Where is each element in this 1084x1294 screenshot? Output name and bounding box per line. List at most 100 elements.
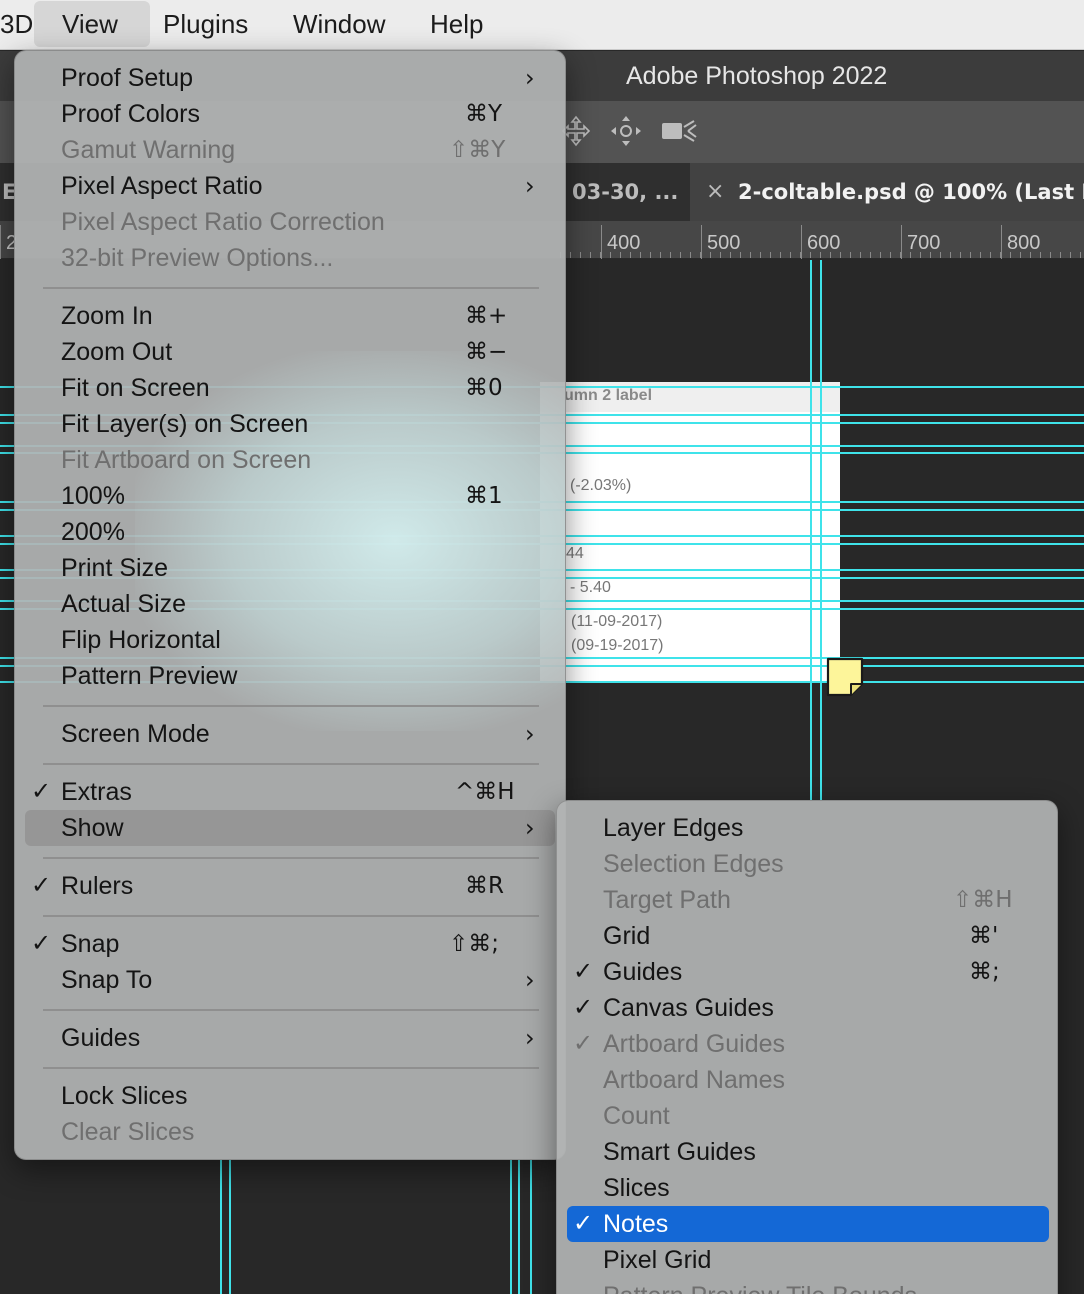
- menu-separator: [43, 915, 539, 917]
- menu-item-slices[interactable]: Slices: [567, 1170, 1049, 1206]
- menu-item-200-percent[interactable]: 200%: [25, 514, 555, 550]
- menu-item-selection-edges: Selection Edges: [603, 850, 784, 878]
- menu-item-layer-edges[interactable]: Layer Edges: [567, 810, 1049, 846]
- table-cell: - 5.40: [570, 579, 611, 596]
- menu-item-count: Count: [603, 1102, 670, 1130]
- menu-item-pixel-aspect-ratio[interactable]: Pixel Aspect Ratio ›: [25, 168, 555, 204]
- guide-line[interactable]: [518, 1160, 520, 1294]
- menu-item-fit-layers-on-screen[interactable]: Fit Layer(s) on Screen: [25, 406, 555, 442]
- menu-item-flip-horizontal[interactable]: Flip Horizontal: [25, 622, 555, 658]
- menubar-window[interactable]: Window: [279, 0, 399, 48]
- checkmark-icon: ✓: [31, 872, 52, 899]
- menu-item-32bit-preview-options: 32-bit Preview Options...: [61, 244, 334, 272]
- view-menu: Proof Setup › Proof Colors ⌘Y Gamut Warn…: [14, 50, 566, 1160]
- app-title: Adobe Photoshop 2022: [626, 62, 888, 90]
- menu-item-artboard-guides: ✓ Artboard Guides: [567, 1026, 1049, 1062]
- menu-item-extras[interactable]: ✓ Extras ^⌘H: [25, 774, 555, 810]
- menu-separator: [43, 705, 539, 707]
- chevron-right-icon: ›: [525, 64, 535, 92]
- menu-item-pixel-grid[interactable]: Pixel Grid: [567, 1242, 1049, 1278]
- ruler-minor-ticks: [560, 252, 1084, 258]
- chevron-right-icon: ›: [525, 720, 535, 748]
- checkmark-icon: ✓: [573, 958, 594, 985]
- menu-item-actual-size[interactable]: Actual Size: [25, 586, 555, 622]
- note-icon[interactable]: [825, 656, 865, 698]
- menu-separator: [43, 857, 539, 859]
- guide-line[interactable]: [810, 260, 812, 800]
- menu-item-clear-slices: Clear Slices: [61, 1118, 195, 1146]
- shortcut-label: ⌘R: [465, 873, 504, 899]
- menubar-plugins[interactable]: Plugins: [149, 0, 262, 48]
- shortcut-label: ^⌘H: [455, 779, 515, 805]
- menu-separator: [43, 1009, 539, 1011]
- menu-separator: [43, 1067, 539, 1069]
- menu-item-target-path: Target Path ⇧⌘H: [567, 882, 1049, 918]
- menu-separator: [43, 287, 539, 289]
- menu-bar: 3D View Plugins Window Help: [0, 0, 1084, 50]
- table-cell: (11-09-2017): [571, 613, 663, 630]
- menu-item-proof-colors[interactable]: Proof Colors ⌘Y: [25, 96, 555, 132]
- show-submenu: Layer Edges Selection Edges Target Path …: [556, 800, 1058, 1294]
- menu-item-grid[interactable]: Grid ⌘': [567, 918, 1049, 954]
- shortcut-label: ⇧⌘;: [449, 931, 500, 957]
- guide-line[interactable]: [220, 1160, 222, 1294]
- menu-item-show[interactable]: Show ›: [25, 810, 555, 846]
- checkmark-icon: ✓: [573, 1030, 594, 1057]
- menu-item-gamut-warning: Gamut Warning ⇧⌘Y: [25, 132, 555, 168]
- guide-line[interactable]: [229, 1160, 231, 1294]
- guide-line[interactable]: [820, 260, 822, 800]
- document-canvas[interactable]: umn 2 label (-2.03%) 44 - 5.40 (11-09-20…: [540, 382, 840, 682]
- shortcut-label: ⇧⌘H: [953, 887, 1013, 913]
- shortcut-label: ⌘1: [465, 483, 503, 509]
- menu-item-pattern-preview-tile-bounds: Pattern Preview Tile Bounds: [567, 1278, 1049, 1294]
- menu-item-guides[interactable]: Guides ›: [25, 1020, 555, 1056]
- guide-line[interactable]: [510, 1160, 512, 1294]
- tab-active-document[interactable]: × 2-coltable.psd @ 100% (Last Pr: [690, 163, 1084, 221]
- menu-item-zoom-in[interactable]: Zoom In ⌘+: [25, 298, 555, 334]
- tab-inactive-document[interactable]: 03-30, ...: [560, 163, 688, 221]
- shortcut-label: ⇧⌘Y: [449, 137, 506, 163]
- menu-item-snap-to[interactable]: Snap To ›: [25, 962, 555, 998]
- video-camera-icon[interactable]: [660, 113, 700, 149]
- menu-item-smart-guides[interactable]: Smart Guides: [567, 1134, 1049, 1170]
- menu-item-fit-artboard-on-screen: Fit Artboard on Screen: [61, 446, 312, 474]
- menu-item-artboard-names: Artboard Names: [603, 1066, 786, 1094]
- checkmark-icon: ✓: [573, 994, 594, 1021]
- 3d-slide-icon[interactable]: [608, 113, 644, 149]
- shortcut-label: ⌘Y: [465, 101, 503, 127]
- menu-item-guides[interactable]: ✓ Guides ⌘;: [567, 954, 1049, 990]
- menu-item-canvas-guides[interactable]: ✓ Canvas Guides: [567, 990, 1049, 1026]
- table-cell: 44: [566, 545, 584, 562]
- shortcut-label: ⌘0: [465, 375, 503, 401]
- shortcut-label: ⌘;: [969, 959, 1000, 985]
- menubar-view[interactable]: View: [34, 1, 150, 47]
- menu-item-100-percent[interactable]: 100% ⌘1: [25, 478, 555, 514]
- guide-line[interactable]: [530, 1160, 532, 1294]
- shortcut-label: ⌘−: [465, 339, 508, 365]
- menu-item-proof-setup[interactable]: Proof Setup ›: [25, 60, 555, 96]
- table-header-label: umn 2 label: [564, 387, 653, 404]
- table-cell: (-2.03%): [570, 477, 632, 494]
- checkmark-icon: ✓: [573, 1210, 594, 1237]
- menu-item-pattern-preview[interactable]: Pattern Preview: [25, 658, 555, 694]
- menu-item-screen-mode[interactable]: Screen Mode ›: [25, 716, 555, 752]
- menu-item-fit-on-screen[interactable]: Fit on Screen ⌘0: [25, 370, 555, 406]
- shortcut-label: ⌘+: [465, 303, 508, 329]
- checkmark-icon: ✓: [31, 930, 52, 957]
- chevron-right-icon: ›: [525, 966, 535, 994]
- close-icon[interactable]: ×: [706, 163, 724, 221]
- menu-separator: [43, 763, 539, 765]
- shortcut-label: ⌘': [969, 923, 999, 949]
- menu-item-notes[interactable]: ✓ Notes: [567, 1206, 1049, 1242]
- menubar-help[interactable]: Help: [416, 0, 497, 48]
- menu-item-lock-slices[interactable]: Lock Slices: [25, 1078, 555, 1114]
- chevron-right-icon: ›: [525, 172, 535, 200]
- menu-item-snap[interactable]: ✓ Snap ⇧⌘;: [25, 926, 555, 962]
- table-cell: (09-19-2017): [571, 637, 664, 654]
- menu-item-zoom-out[interactable]: Zoom Out ⌘−: [25, 334, 555, 370]
- chevron-right-icon: ›: [525, 1024, 535, 1052]
- tab-active-title: 2-coltable.psd @ 100% (Last Pr: [738, 180, 1084, 204]
- menu-item-rulers[interactable]: ✓ Rulers ⌘R: [25, 868, 555, 904]
- menu-item-print-size[interactable]: Print Size: [25, 550, 555, 586]
- chevron-right-icon: ›: [525, 814, 535, 842]
